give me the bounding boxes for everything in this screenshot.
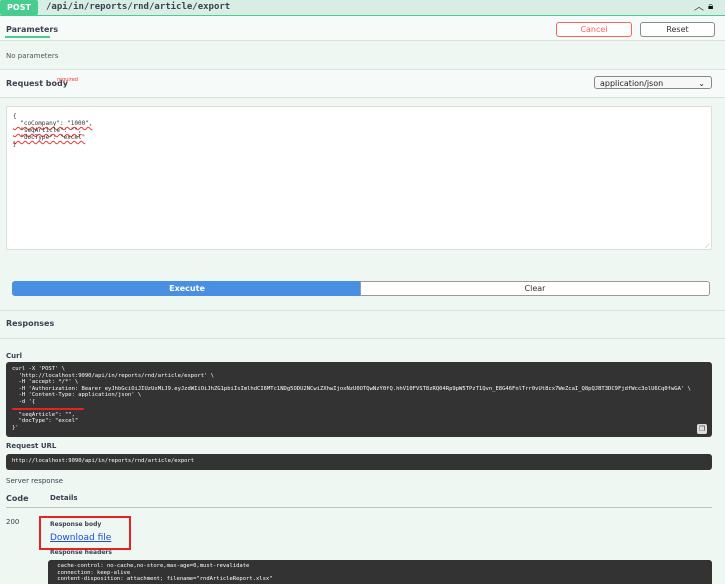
red-box-annotation xyxy=(39,516,131,550)
curl-code-block: curl -X 'POST' \ 'http://localhost:9090/… xyxy=(6,362,712,437)
server-response-label: Server response xyxy=(6,477,63,485)
body-line: "docType": "excel" xyxy=(13,134,86,141)
chevron-down-icon: ⌄ xyxy=(698,79,705,88)
response-code: 200 xyxy=(6,518,20,526)
response-headers-label: Response headers xyxy=(50,549,112,556)
request-url-value: http://localhost:9090/api/in/reports/rnd… xyxy=(6,454,712,470)
request-body-editor[interactable]: { "coCompany": "1000", "seqArticle": "",… xyxy=(6,106,712,250)
cancel-button[interactable]: Cancel xyxy=(556,22,632,37)
execute-button[interactable]: Execute xyxy=(12,281,362,296)
details-column-header: Details xyxy=(50,494,78,502)
responses-title: Responses xyxy=(6,319,55,328)
required-label: required xyxy=(57,77,78,83)
table-header-divider xyxy=(6,507,712,508)
red-underline-annotation xyxy=(12,408,84,410)
request-url-label: Request URL xyxy=(6,442,57,450)
body-line: { xyxy=(13,113,17,120)
response-headers-block: cache-control: no-cache,no-store,max-age… xyxy=(48,560,712,584)
clear-button[interactable]: Clear xyxy=(360,281,710,296)
body-line: "seqArticle": "", xyxy=(13,127,82,134)
method-badge: POST xyxy=(0,0,38,15)
resize-handle-icon[interactable]: ⟋ xyxy=(705,243,709,251)
responses-divider xyxy=(0,310,725,311)
curl-label: Curl xyxy=(6,352,22,360)
lock-icon[interactable]: 🔒︎ xyxy=(708,0,713,14)
tab-parameters[interactable]: Parameters xyxy=(6,25,58,34)
code-column-header: Code xyxy=(6,494,29,503)
body-line: } xyxy=(13,141,17,148)
endpoint-path: /api/in/reports/rnd/article/export xyxy=(46,2,231,12)
reset-button[interactable]: Reset xyxy=(640,22,715,37)
no-parameters-text: No parameters xyxy=(6,52,59,60)
chevron-up-icon[interactable]: ︿ xyxy=(694,0,704,15)
responses-divider-bottom xyxy=(0,338,725,339)
copy-icon[interactable]: ❐ xyxy=(697,424,707,434)
tab-parameters-underline xyxy=(5,36,50,38)
body-line: "coCompany": "1000", xyxy=(13,120,93,127)
content-type-select[interactable]: application/json ⌄ xyxy=(594,76,712,89)
content-type-value: application/json xyxy=(600,79,664,88)
